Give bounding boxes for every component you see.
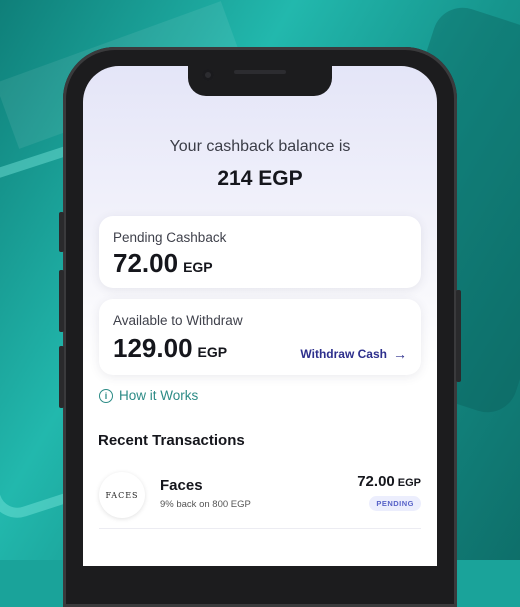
status-badge: PENDING: [369, 496, 421, 511]
transaction-subtitle: 9% back on 800 EGP: [160, 499, 251, 510]
pending-cashback-card: Pending Cashback 72.00 EGP: [99, 216, 421, 288]
merchant-logo: FACES: [99, 472, 145, 518]
transaction-amount-value: 72.00: [357, 473, 395, 490]
available-amount-currency: EGP: [197, 344, 228, 360]
available-amount-value: 129.00: [113, 333, 193, 363]
divider: [99, 528, 421, 529]
pending-amount-currency: EGP: [183, 259, 213, 275]
transaction-row[interactable]: FACES Faces 9% back on 800 EGP 72.00 EGP …: [99, 468, 421, 528]
available-withdraw-card: Available to Withdraw 129.00 EGP Withdraw…: [99, 299, 421, 375]
arrow-right-icon: →: [393, 346, 407, 362]
phone-side-button: [59, 270, 64, 332]
pending-cashback-label: Pending Cashback: [113, 230, 227, 245]
withdraw-cash-button[interactable]: Withdraw Cash →: [300, 347, 407, 361]
pending-cashback-amount: 72.00 EGP: [113, 248, 213, 279]
app-screen: Your cashback balance is 214 EGP Pending…: [83, 66, 437, 566]
transaction-amount-currency: EGP: [397, 477, 421, 489]
how-it-works-link[interactable]: i How it Works: [99, 388, 198, 403]
available-withdraw-amount: 129.00 EGP: [113, 333, 227, 364]
merchant-name: Faces: [160, 477, 203, 494]
pending-amount-value: 72.00: [113, 248, 179, 278]
withdraw-cash-label: Withdraw Cash: [300, 347, 387, 361]
transaction-amount: 72.00 EGP: [357, 473, 421, 490]
balance-value: 214 EGP: [217, 167, 303, 190]
info-icon: i: [99, 388, 113, 403]
phone-side-button: [456, 290, 461, 382]
phone-side-button: [59, 212, 64, 252]
speaker-grille: [234, 70, 286, 74]
camera-icon: [202, 69, 214, 81]
recent-transactions-title: Recent Transactions: [98, 432, 245, 449]
balance-label: Your cashback balance is: [169, 138, 351, 155]
available-withdraw-label: Available to Withdraw: [113, 313, 243, 328]
phone-side-button: [59, 346, 64, 408]
how-it-works-label: How it Works: [119, 388, 199, 403]
